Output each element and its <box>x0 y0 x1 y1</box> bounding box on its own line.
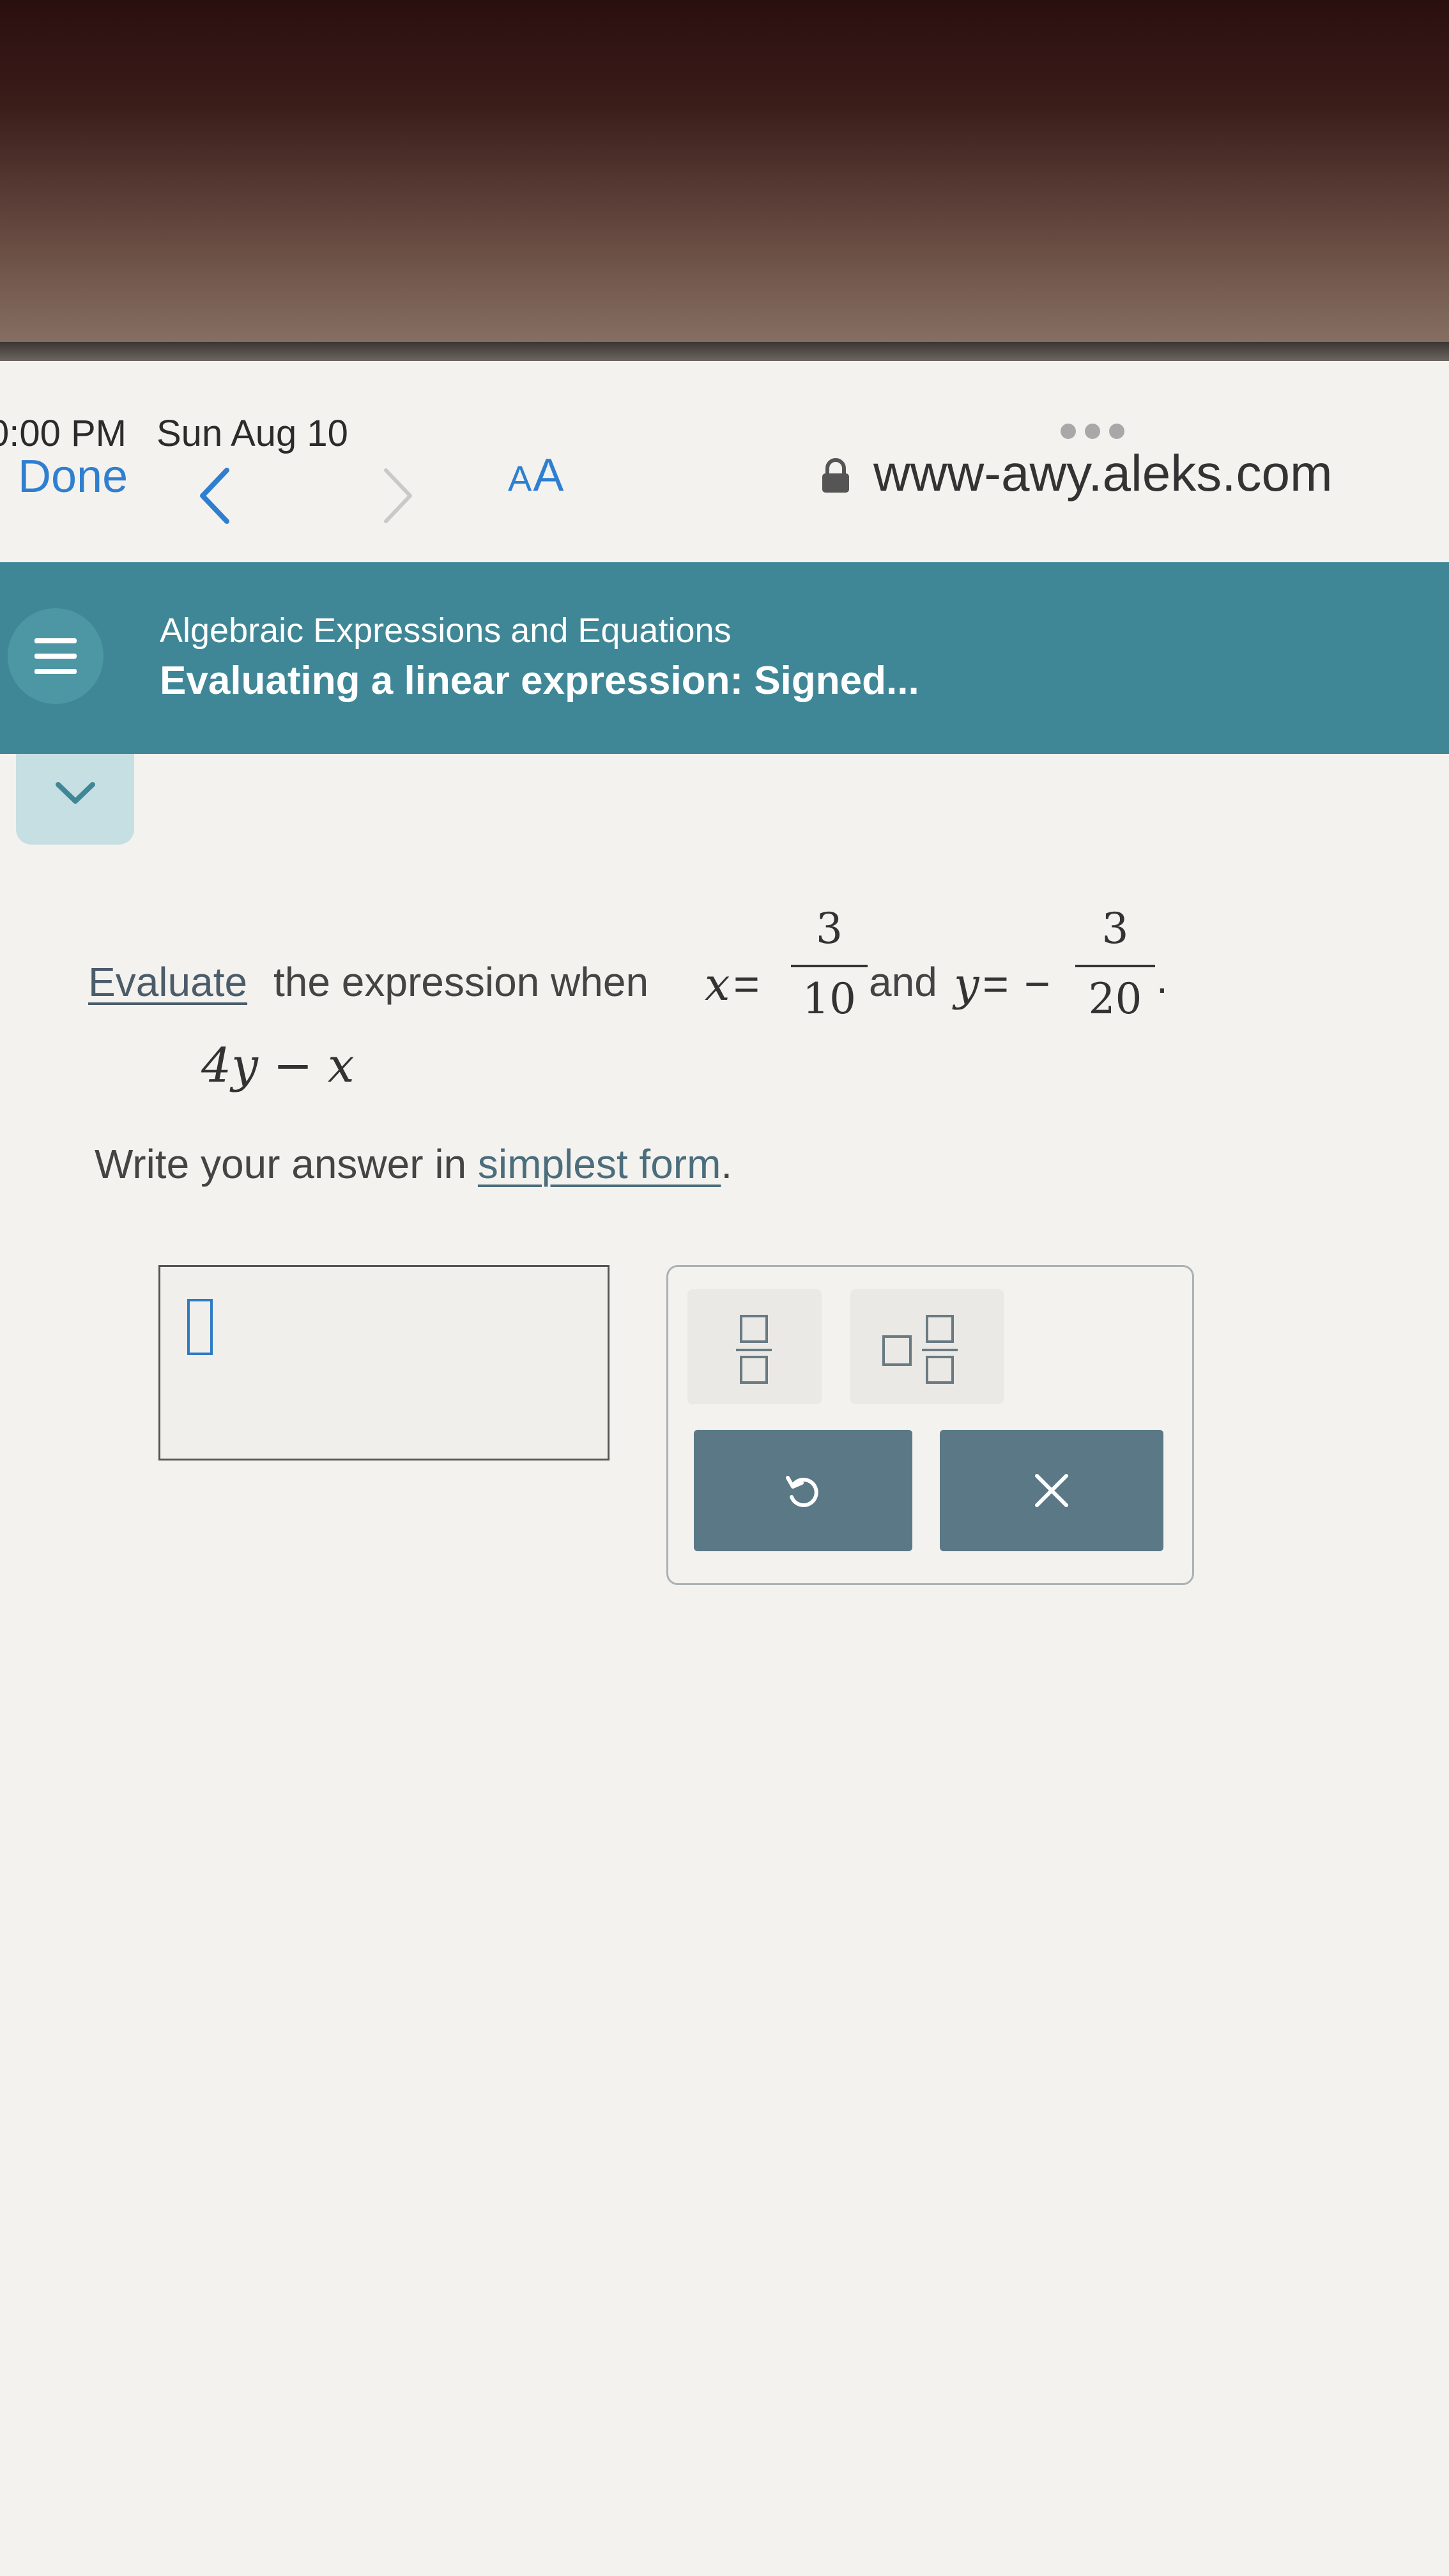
lock-icon <box>822 458 849 493</box>
instruction-text: the expression when <box>273 959 649 1005</box>
menu-icon-line <box>34 669 77 674</box>
expression: 4y − x <box>201 1038 355 1093</box>
undo-icon <box>786 1476 818 1507</box>
x-numerator: 3 <box>816 904 843 953</box>
topic-title: Evaluating a linear expression: Signed..… <box>160 659 919 703</box>
variable-x: x <box>705 958 730 1011</box>
whole-number-box <box>882 1335 912 1366</box>
text-size-small-a: A <box>508 458 533 498</box>
back-chevron-icon[interactable] <box>195 466 236 525</box>
expand-toggle-button[interactable] <box>16 754 134 845</box>
numerator-box <box>926 1315 954 1343</box>
done-button[interactable]: Done <box>18 450 128 503</box>
y-fraction-bar <box>1075 965 1155 967</box>
problem-statement: Evaluate the expression when x = 3 10 an… <box>88 894 1238 1061</box>
evaluate-link[interactable]: Evaluate <box>88 958 247 1006</box>
x-denominator: 10 <box>802 974 856 1023</box>
status-time: 0:00 PM <box>0 413 126 454</box>
menu-icon-line <box>34 638 77 643</box>
period: . <box>1156 956 1168 1002</box>
and-text: and <box>869 959 937 1005</box>
text-size-large-a: A <box>533 450 565 501</box>
fraction-bar <box>736 1349 772 1351</box>
photo-backdrop <box>0 0 1449 358</box>
answer-prompt-period: . <box>721 1141 733 1187</box>
chevron-down-icon <box>56 782 95 804</box>
status-date: Sun Aug 10 <box>157 413 348 454</box>
denominator-box <box>926 1356 954 1384</box>
close-icon <box>1035 1474 1068 1507</box>
variable-y: y <box>954 958 979 1011</box>
fraction-bar <box>922 1349 958 1351</box>
fraction-template-button[interactable] <box>687 1289 822 1404</box>
answer-prompt: Write your answer in simplest form. <box>95 1140 732 1188</box>
forward-chevron-icon[interactable] <box>377 466 418 525</box>
answer-prompt-text: Write your answer in <box>95 1141 467 1187</box>
undo-button[interactable] <box>694 1430 912 1551</box>
tablet-screen: 0:00 PM Sun Aug 10 Done AA www-awy.aleks… <box>0 361 1449 2576</box>
y-denominator: 20 <box>1088 974 1142 1023</box>
denominator-box <box>740 1356 768 1384</box>
clear-button[interactable] <box>940 1430 1163 1551</box>
math-tool-palette <box>666 1265 1194 1585</box>
equals-sign: = <box>983 959 1009 1009</box>
input-placeholder-box <box>187 1299 213 1355</box>
text-size-button[interactable]: AA <box>508 449 565 502</box>
topic-category: Algebraic Expressions and Equations <box>160 611 732 650</box>
negative-sign: − <box>1024 959 1050 1009</box>
x-fraction-bar <box>791 965 868 967</box>
url-text: www-awy.aleks.com <box>873 445 1333 502</box>
mixed-number-template-button[interactable] <box>850 1289 1004 1404</box>
y-numerator: 3 <box>1101 904 1129 953</box>
menu-button[interactable] <box>8 608 103 704</box>
equals-sign: = <box>733 959 760 1009</box>
simplest-form-link[interactable]: simplest form <box>478 1141 721 1187</box>
answer-input[interactable] <box>158 1265 610 1460</box>
topic-header: Algebraic Expressions and Equations Eval… <box>0 562 1449 754</box>
numerator-box <box>740 1315 768 1343</box>
multitasking-dots-icon[interactable] <box>1061 424 1133 442</box>
menu-icon-line <box>34 654 77 659</box>
